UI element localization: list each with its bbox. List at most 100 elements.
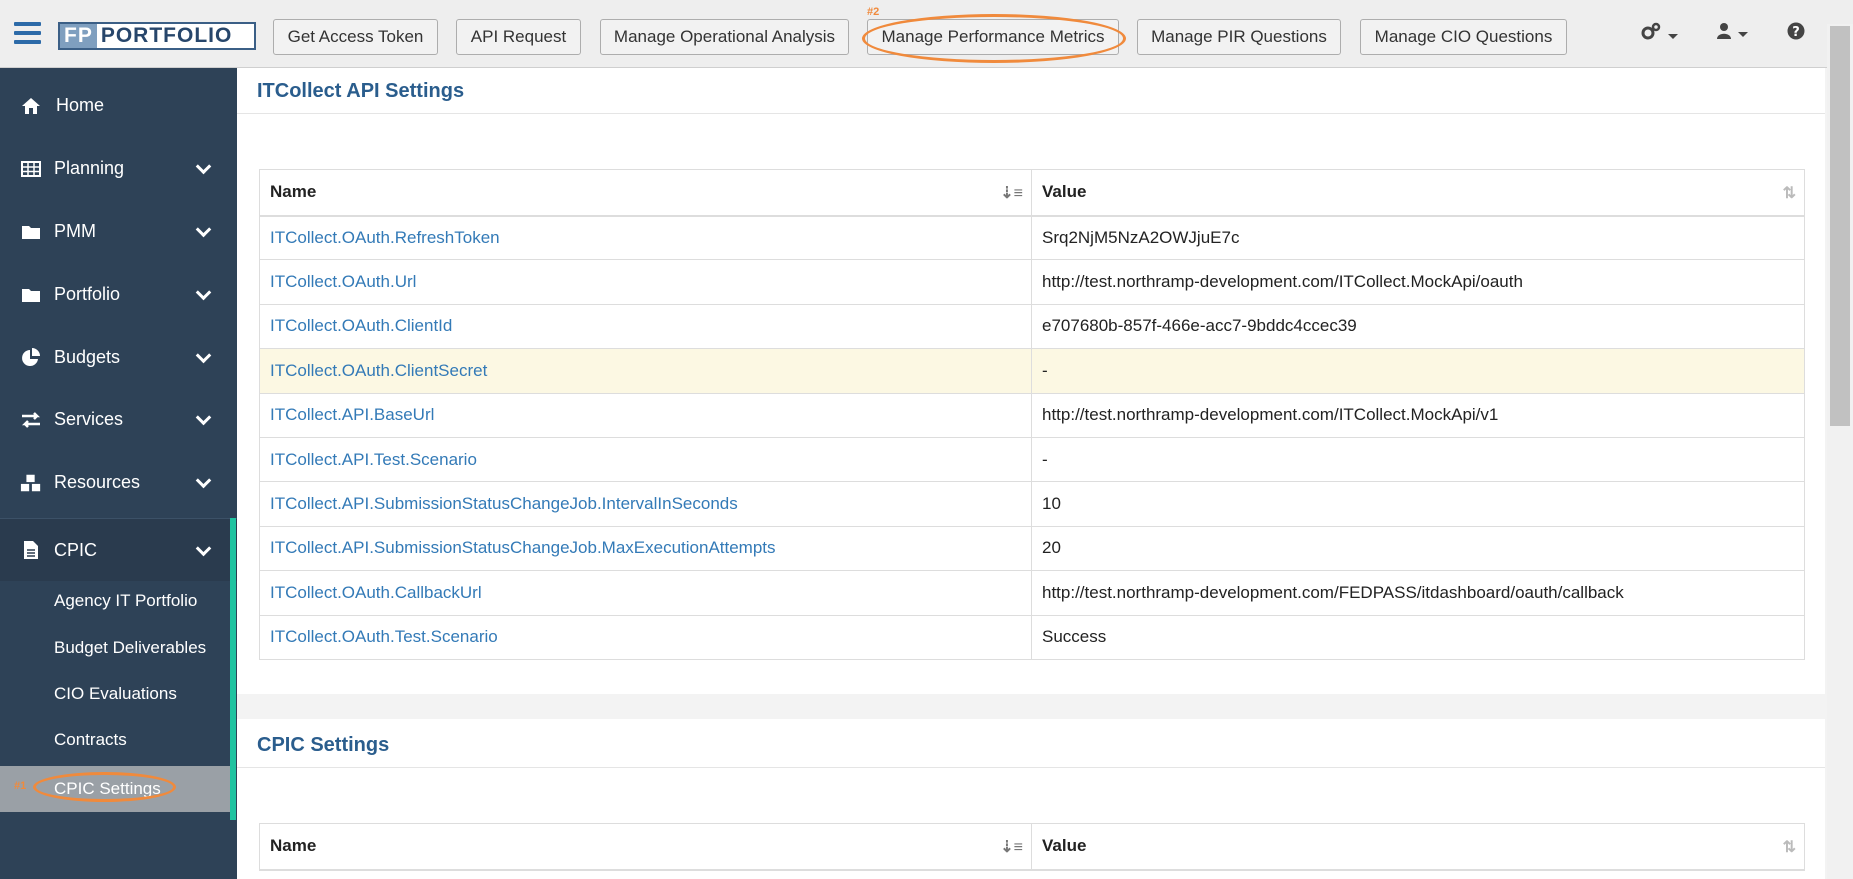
sort-desc-icon[interactable]: ⇣≡ (1000, 837, 1023, 857)
divider (237, 767, 1825, 768)
cpic-settings-panel: CPIC Settings Name ⇣≡ Value ⇅ (237, 719, 1825, 879)
table-row: ITCollect.OAuth.ClientSecret - (259, 348, 1805, 394)
api-request-button[interactable]: API Request (456, 19, 581, 55)
sort-icon[interactable]: ⇅ (1783, 183, 1796, 203)
app-logo[interactable]: FP PORTFOLIO (58, 22, 256, 50)
setting-value: e707680b-857f-466e-acc7-9bddc4ccec39 (1031, 303, 1805, 350)
panel-title: ITCollect API Settings (257, 80, 465, 102)
sidebar-subitem-agency-it-portfolio[interactable]: Agency IT Portfolio (0, 578, 230, 624)
sidebar-item-home[interactable]: Home (0, 74, 237, 137)
sidebar: Home Planning PMM Portfolio Budgets Serv… (0, 68, 237, 879)
manage-operational-analysis-button[interactable]: Manage Operational Analysis (600, 19, 849, 55)
sidebar-item-portfolio[interactable]: Portfolio (0, 263, 237, 326)
itcollect-api-settings-panel: ITCollect API Settings Name ⇣≡ Value ⇅ ITC… (237, 68, 1825, 694)
setting-value: 20 (1031, 525, 1805, 572)
sort-icon[interactable]: ⇅ (1783, 837, 1796, 857)
sidebar-item-label: Planning (54, 158, 125, 178)
chevron-down-icon (195, 221, 212, 238)
column-header-label: Name (270, 182, 317, 202)
sidebar-subitem-budget-deliverables[interactable]: Budget Deliverables (0, 625, 230, 671)
home-icon (20, 97, 42, 115)
sidebar-item-label: Resources (54, 472, 141, 492)
get-access-token-button[interactable]: Get Access Token (273, 19, 438, 55)
sidebar-item-label: Budgets (54, 347, 121, 367)
chevron-down-icon (195, 347, 212, 364)
scrollbar-thumb[interactable] (1830, 26, 1850, 426)
user-icon[interactable] (1716, 22, 1748, 46)
column-header-label: Value (1042, 836, 1087, 856)
setting-name-link[interactable]: ITCollect.API.SubmissionStatusChangeJob.… (259, 525, 1032, 572)
column-header-label: Value (1042, 182, 1087, 202)
setting-name-link[interactable]: ITCollect.OAuth.CallbackUrl (259, 570, 1032, 616)
column-header-label: Name (270, 836, 317, 856)
setting-value: http://test.northramp-development.com/FE… (1031, 570, 1805, 616)
table-row: ITCollect.OAuth.RefreshToken Srq2NjM5NzA2… (259, 214, 1805, 261)
setting-name-link[interactable]: ITCollect.API.Test.Scenario (259, 436, 1032, 483)
sidebar-item-cpic[interactable]: CPIC (0, 518, 237, 581)
setting-value: - (1031, 436, 1805, 483)
setting-name-link[interactable]: ITCollect.API.BaseUrl (259, 392, 1032, 438)
sidebar-subitem-cio-evaluations[interactable]: CIO Evaluations (0, 671, 230, 717)
sidebar-item-label: PMM (54, 221, 96, 241)
setting-value: http://test.northramp-development.com/IT… (1031, 392, 1805, 438)
table-row: ITCollect.OAuth.ClientId e707680b-857f-46… (259, 303, 1805, 350)
setting-value: 10 (1031, 481, 1805, 527)
column-header-value[interactable]: Value ⇅ (1031, 823, 1805, 871)
menu-icon[interactable] (14, 22, 41, 44)
table-row: ITCollect.OAuth.CallbackUrl http://test.n… (259, 570, 1805, 616)
table-row: ITCollect.API.Test.Scenario - (259, 436, 1805, 483)
sidebar-item-resources[interactable]: Resources (0, 451, 237, 514)
setting-name-link[interactable]: ITCollect.OAuth.Url (259, 259, 1032, 305)
chevron-down-icon (195, 540, 212, 557)
exchange-icon (20, 411, 42, 428)
table-row: ITCollect.API.SubmissionStatusChangeJob.… (259, 525, 1805, 572)
table-row: ITCollect.OAuth.Test.Scenario Success (259, 614, 1805, 660)
divider (237, 113, 1825, 114)
file-icon (20, 540, 42, 560)
column-header-name[interactable]: Name ⇣≡ (259, 169, 1032, 217)
sidebar-item-services[interactable]: Services (0, 388, 237, 451)
setting-name-link[interactable]: ITCollect.OAuth.ClientSecret (259, 348, 1032, 394)
setting-name-link[interactable]: ITCollect.API.SubmissionStatusChangeJob.… (259, 481, 1032, 527)
sidebar-item-label: Services (54, 409, 124, 429)
setting-name-link[interactable]: ITCollect.OAuth.RefreshToken (259, 214, 1032, 261)
table-icon (20, 160, 42, 177)
annotation-marker-2: #2 (867, 6, 880, 18)
cubes-icon (20, 473, 42, 493)
setting-name-link[interactable]: ITCollect.OAuth.Test.Scenario (259, 614, 1032, 660)
sidebar-item-label: Portfolio (54, 284, 121, 304)
setting-value: - (1031, 348, 1805, 394)
cpic-settings-table: Name ⇣≡ Value ⇅ (259, 823, 1805, 871)
setting-value: Success (1031, 614, 1805, 660)
gears-icon[interactable] (1640, 22, 1678, 48)
chevron-down-icon (195, 409, 212, 426)
table-row: ITCollect.API.BaseUrl http://test.northra… (259, 392, 1805, 438)
sort-desc-icon[interactable]: ⇣≡ (1000, 183, 1023, 203)
panel-title: CPIC Settings (257, 734, 390, 756)
folder-icon (20, 224, 42, 240)
active-section-indicator (230, 518, 236, 820)
chevron-down-icon (195, 158, 212, 175)
table-row: ITCollect.API.SubmissionStatusChangeJob.… (259, 481, 1805, 527)
svg-text:?: ? (1792, 25, 1800, 40)
setting-name-link[interactable]: ITCollect.OAuth.ClientId (259, 303, 1032, 350)
help-icon[interactable]: ? (1787, 22, 1805, 46)
annotation-marker-1: #1 (14, 780, 27, 792)
sidebar-item-planning[interactable]: Planning (0, 137, 237, 200)
pie-chart-icon (20, 347, 42, 368)
table-row: ITCollect.OAuth.Url http://test.northramp… (259, 259, 1805, 305)
folder-icon (20, 287, 42, 303)
manage-pir-questions-button[interactable]: Manage PIR Questions (1137, 19, 1341, 55)
sidebar-item-label: CPIC (54, 539, 98, 560)
sidebar-subitem-contracts[interactable]: Contracts (0, 717, 230, 763)
sidebar-item-pmm[interactable]: PMM (0, 200, 237, 263)
setting-value: http://test.northramp-development.com/IT… (1031, 259, 1805, 305)
annotation-oval-1 (33, 772, 176, 802)
chevron-down-icon (195, 284, 212, 301)
annotation-oval-2 (862, 14, 1126, 63)
manage-cio-questions-button[interactable]: Manage CIO Questions (1360, 19, 1567, 55)
sidebar-item-budgets[interactable]: Budgets (0, 326, 237, 389)
sidebar-item-label: Home (56, 95, 105, 115)
column-header-value[interactable]: Value ⇅ (1031, 169, 1805, 217)
column-header-name[interactable]: Name ⇣≡ (259, 823, 1032, 871)
